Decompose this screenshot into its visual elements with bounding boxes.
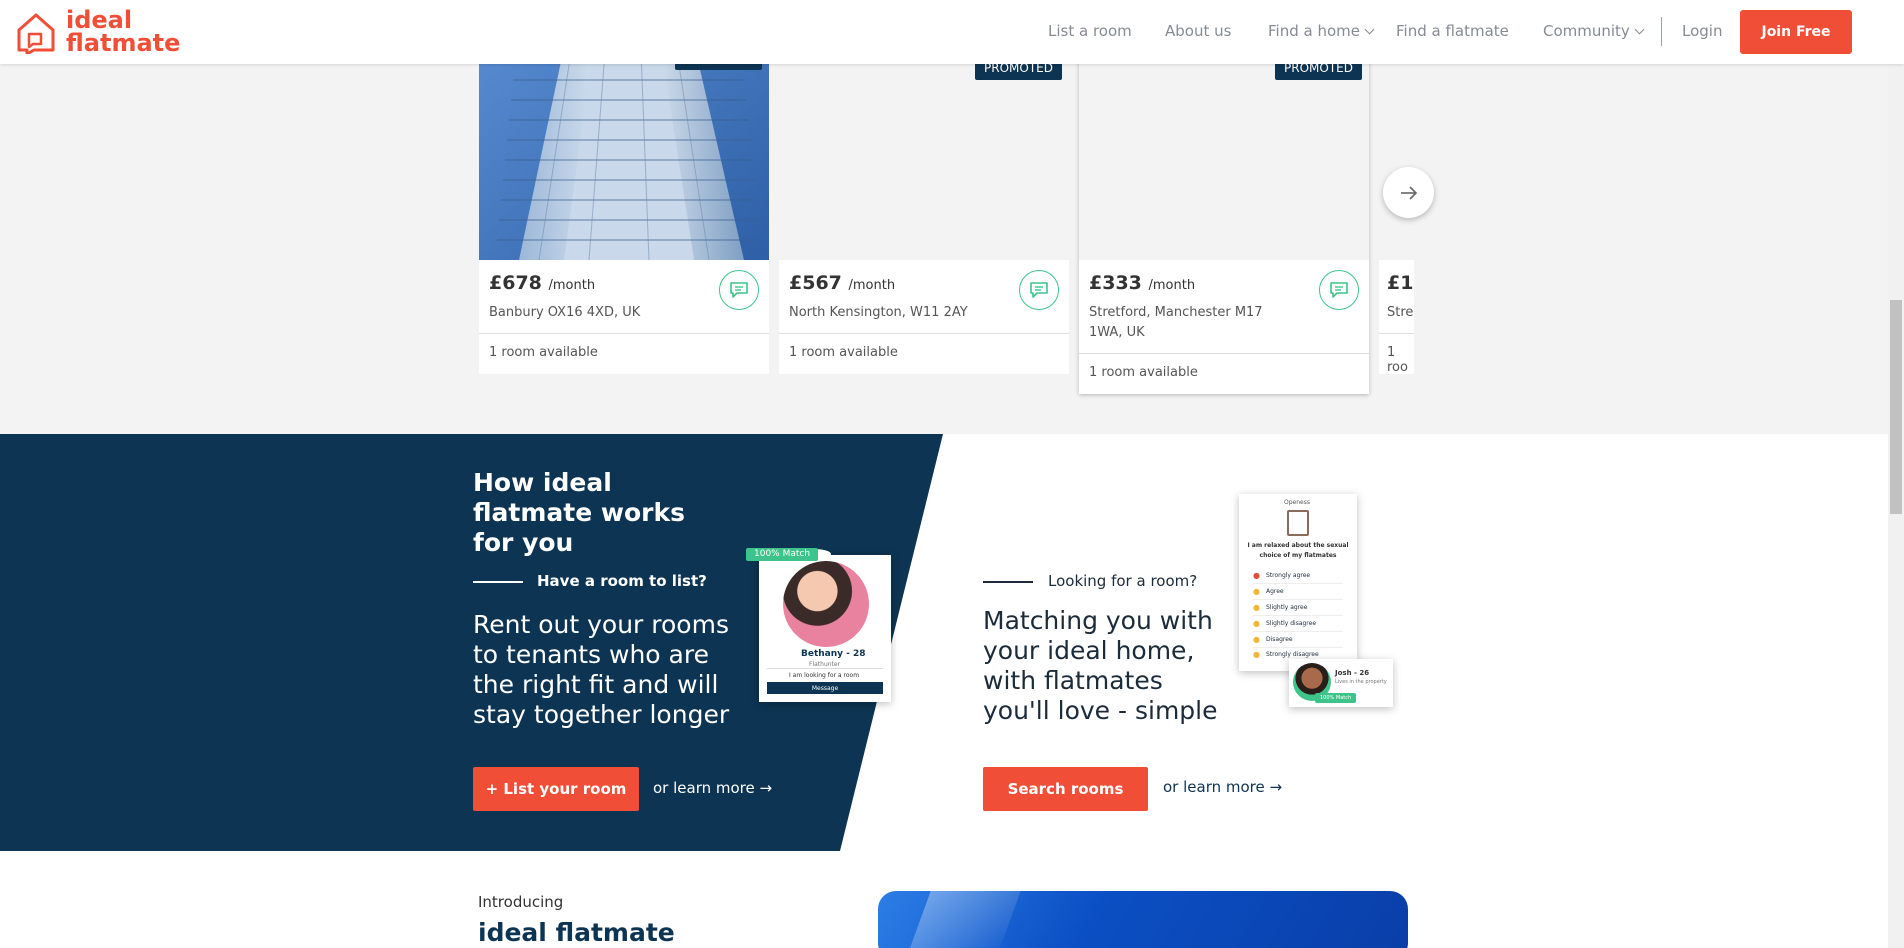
profile-role: Flathunter [809, 661, 841, 668]
arrow-right-icon: → [1269, 778, 1283, 796]
intro-video-thumbnail[interactable] [878, 891, 1408, 948]
nav-list-room[interactable]: List a room [1048, 22, 1132, 40]
avatar [783, 561, 869, 647]
survey-option: ● Slightly disagree [1253, 616, 1343, 632]
emoji-icon: ● [1253, 649, 1260, 659]
nav-login[interactable]: Login [1682, 22, 1722, 40]
survey-question: I am relaxed about the sexual choice of … [1247, 542, 1349, 559]
profile-card-illustration: Bethany - 28 Flathunter I am looking for… [759, 549, 891, 702]
right-label: Looking for a room? [1048, 572, 1198, 590]
profile-text: I am looking for a room [789, 672, 860, 679]
emoji-icon: ● [1253, 635, 1260, 644]
card-divider [479, 333, 769, 334]
survey-option: ● Disagree [1253, 632, 1343, 648]
label-line [983, 581, 1033, 583]
nav-community[interactable]: Community [1543, 22, 1645, 40]
top-navbar: ideal flatmate List a room About us Find… [0, 0, 1904, 64]
card-divider [767, 668, 883, 669]
left-label: Have a room to list? [537, 572, 707, 590]
right-headline: Matching you with your ideal home, with … [983, 606, 1218, 725]
rooms-available: 1 room available [1089, 365, 1198, 380]
emoji-icon: ● [1253, 619, 1260, 628]
how-it-works-section: How ideal flatmate works for you Have a … [0, 434, 1888, 851]
chair-icon [1287, 510, 1309, 536]
card-divider [1079, 353, 1369, 354]
rooms-available: 1 roo [1387, 345, 1408, 374]
card-divider [779, 333, 1069, 334]
house-logo-icon [17, 13, 55, 54]
listing-price: £567 /month [789, 272, 896, 294]
emoji-icon: ● [1253, 571, 1260, 580]
message-button[interactable] [1019, 270, 1059, 310]
chevron-down-icon [1634, 24, 1645, 35]
josh-card-illustration: Josh - 26 Lives in the property 100% Mat… [1289, 659, 1393, 707]
listing-price: £10 [1387, 272, 1414, 294]
profile-message-button: Message [767, 682, 883, 694]
nav-find-home[interactable]: Find a home [1268, 22, 1375, 40]
match-badge: 100% Match [1315, 693, 1357, 703]
light-streak [905, 891, 1021, 948]
search-rooms-button[interactable]: Search rooms [983, 767, 1148, 811]
message-button[interactable] [719, 270, 759, 310]
survey-options: ● Strongly agree ● Agree ● Slightly agree ●… [1253, 568, 1343, 660]
listing-price: £678 /month [489, 272, 596, 294]
logo-text: ideal flatmate [66, 6, 181, 57]
match-badge: 100% Match [746, 548, 819, 561]
listing-location: Banbury OX16 4XD, UK [489, 305, 641, 320]
right-learn-more-link[interactable]: or learn more → [1163, 778, 1282, 796]
left-learn-more-link[interactable]: or learn more → [653, 779, 772, 797]
intro-title: ideal flatmate [478, 918, 675, 947]
listing-location: Stre [1387, 305, 1414, 320]
card-divider [1379, 333, 1414, 334]
arrow-right-icon [1400, 185, 1417, 200]
survey-option: ● Slightly agree [1253, 600, 1343, 616]
left-headline: Rent out your rooms to tenants who are t… [473, 610, 730, 729]
join-free-button[interactable]: Join Free [1740, 10, 1852, 54]
rooms-available: 1 room available [789, 345, 898, 360]
navy-diagonal-background [0, 434, 943, 851]
listing-location: North Kensington, W11 2AY [789, 305, 968, 320]
josh-sub: Lives in the property [1335, 679, 1387, 685]
chat-icon [1330, 282, 1348, 298]
nav-about[interactable]: About us [1165, 22, 1231, 40]
chat-icon [1030, 282, 1048, 298]
scrollbar-thumb[interactable] [1890, 300, 1902, 514]
carousel-next-button[interactable] [1383, 167, 1434, 218]
label-line [473, 581, 523, 583]
survey-heading: Openess [1284, 499, 1310, 506]
emoji-icon: ● [1253, 587, 1260, 596]
how-title: How ideal flatmate works for you [473, 468, 685, 557]
list-room-button[interactable]: + List your room [473, 767, 639, 811]
josh-name: Josh - 26 [1335, 669, 1370, 677]
survey-card-illustration: Openess I am relaxed about the sexual ch… [1239, 494, 1357, 671]
arrow-right-icon: → [759, 779, 773, 797]
listing-location: Stretford, Manchester M17 1WA, UK [1089, 305, 1263, 340]
intro-kicker: Introducing [478, 893, 564, 911]
chat-icon [730, 282, 748, 298]
logo[interactable]: ideal flatmate [14, 6, 181, 57]
chevron-down-icon [1364, 24, 1375, 35]
message-button[interactable] [1319, 270, 1359, 310]
emoji-icon: ● [1253, 603, 1260, 612]
survey-option: ● Agree [1253, 584, 1343, 600]
listing-price: £333 /month [1089, 272, 1196, 294]
rooms-available: 1 room available [489, 345, 598, 360]
page: PROMOTED £678 /month Banbury OX16 4XD, U… [0, 0, 1904, 948]
listings-carousel: PROMOTED £678 /month Banbury OX16 4XD, U… [0, 0, 1888, 434]
nav-divider [1661, 17, 1662, 46]
survey-option: ● Strongly agree [1253, 568, 1343, 584]
profile-name: Bethany - 28 [801, 649, 866, 659]
nav-find-flatmate[interactable]: Find a flatmate [1396, 22, 1509, 40]
